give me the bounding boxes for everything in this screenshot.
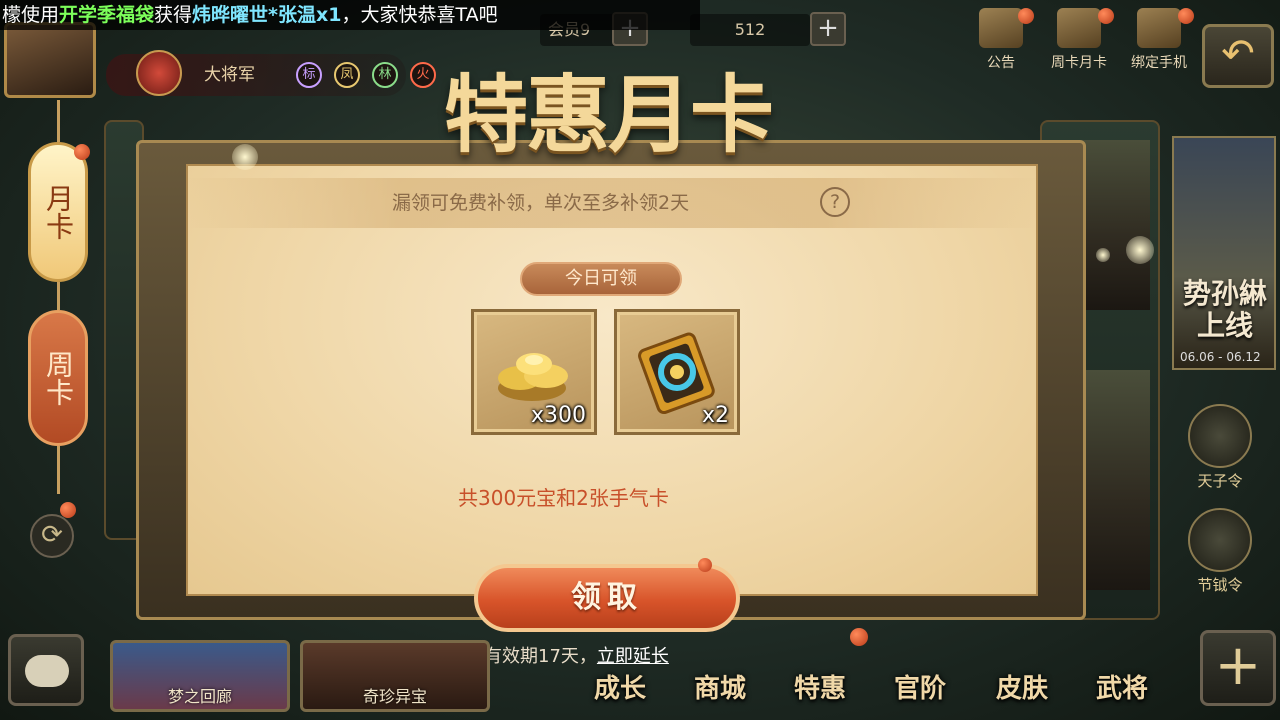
nav-item[interactable]: 特惠	[794, 668, 846, 705]
clan-badge: 标	[296, 62, 322, 88]
marquee-item: 开学季福袋	[59, 4, 155, 26]
nav-item[interactable]: 商城	[694, 668, 746, 705]
validity-days: 有效期17天，	[484, 646, 597, 667]
general-portrait-icon	[1188, 508, 1252, 572]
sparkle-decoration	[1096, 248, 1110, 262]
back-button[interactable]: ↶	[1202, 24, 1274, 88]
notification-dot	[1018, 8, 1034, 24]
notification-dot	[698, 558, 712, 572]
tab-string	[57, 446, 60, 494]
sparkle-decoration	[232, 144, 258, 170]
sparkle-decoration	[1126, 236, 1154, 264]
page-title: 特惠月卡	[443, 65, 774, 164]
marquee-reward: 炜晔曜世*张温x1	[192, 4, 342, 26]
tab-monthly-card[interactable]: 月卡	[28, 142, 88, 282]
clan-badge: 凤	[334, 62, 360, 88]
currency-plus-button[interactable]: +	[810, 12, 846, 46]
side-icon-label: 节钺令	[1197, 576, 1243, 594]
notification-dot	[1098, 8, 1114, 24]
tab-weekly-card[interactable]: 周卡	[28, 310, 88, 446]
nav-item[interactable]: 成长	[594, 668, 646, 705]
validity-text: 有效期17天，立即延长	[484, 642, 669, 668]
currency-value: 512	[690, 14, 810, 46]
top-menu-label: 绑定手机	[1131, 55, 1187, 71]
player-avatar[interactable]	[4, 22, 96, 98]
tab-monthly-label: 月卡	[42, 184, 75, 240]
marquee-middle: 获得	[154, 4, 193, 26]
monthly-card-panel	[186, 164, 1038, 596]
bottom-card-rare-treasure[interactable]: 奇珍异宝	[300, 640, 490, 712]
rank-emblem-icon	[136, 50, 182, 96]
top-menu-label: 周卡月卡	[1051, 55, 1107, 71]
marquee-suffix: ，大家快恭喜TA吧	[341, 4, 498, 26]
tab-weekly-label: 周卡	[42, 350, 75, 406]
notification-dot	[74, 144, 90, 160]
today-claimable-label: 今日可领	[520, 262, 682, 296]
notification-dot	[850, 628, 868, 646]
reward-item-gold-ingot[interactable]: x300	[471, 309, 597, 435]
refresh-icon[interactable]: ⟳	[30, 514, 74, 558]
phone-icon	[1137, 8, 1181, 48]
bottom-card-dream-corridor[interactable]: 梦之回廊	[110, 640, 290, 712]
marquee-prefix: 檬使用	[2, 4, 60, 26]
reward-item-luck-card[interactable]: x2	[614, 309, 740, 435]
nav-item[interactable]: 武将	[1096, 668, 1148, 705]
help-button[interactable]: ?	[820, 187, 850, 217]
nav-item[interactable]: 皮肤	[996, 668, 1048, 705]
rank-name: 大将军	[204, 65, 255, 85]
tab-string	[57, 282, 60, 310]
item-quantity: x2	[701, 403, 729, 428]
back-arrow-icon: ↶	[1221, 31, 1255, 77]
claim-button[interactable]: 领取	[474, 564, 740, 632]
bottom-card-label: 梦之回廊	[167, 687, 232, 706]
make-up-notice: 漏领可免费补领，单次至多补领2天	[392, 192, 690, 214]
top-menu-label: 公告	[987, 55, 1015, 71]
token-icon	[1188, 404, 1252, 468]
card-icon	[1057, 8, 1101, 48]
side-icon-jieyue-ling[interactable]: 节钺令	[1180, 508, 1260, 595]
chat-button[interactable]	[8, 634, 84, 706]
tab-string	[57, 100, 60, 142]
chat-bubble-icon	[25, 655, 69, 687]
item-quantity: x300	[530, 403, 586, 428]
notification-dot	[1178, 8, 1194, 24]
event-date: 06.06 - 06.12	[1180, 350, 1261, 364]
expand-menu-button[interactable]: +	[1200, 630, 1276, 706]
notification-dot	[60, 502, 76, 518]
event-title: 势孙綝上线	[1182, 277, 1267, 342]
nav-item[interactable]: 官阶	[894, 668, 946, 705]
reward-total-text: 共300元宝和2张手气卡	[458, 486, 669, 510]
extend-now-link[interactable]: 立即延长	[597, 646, 669, 667]
clan-badge: 林	[372, 62, 398, 88]
broadcast-marquee: 檬使用开学季福袋获得炜晔曜世*张温x1，大家快恭喜TA吧	[0, 0, 700, 30]
scroll-icon	[979, 8, 1023, 48]
bottom-card-label: 奇珍异宝	[362, 687, 427, 706]
side-icon-tianzi-ling[interactable]: 天子令	[1180, 404, 1260, 491]
side-icon-label: 天子令	[1197, 472, 1243, 490]
